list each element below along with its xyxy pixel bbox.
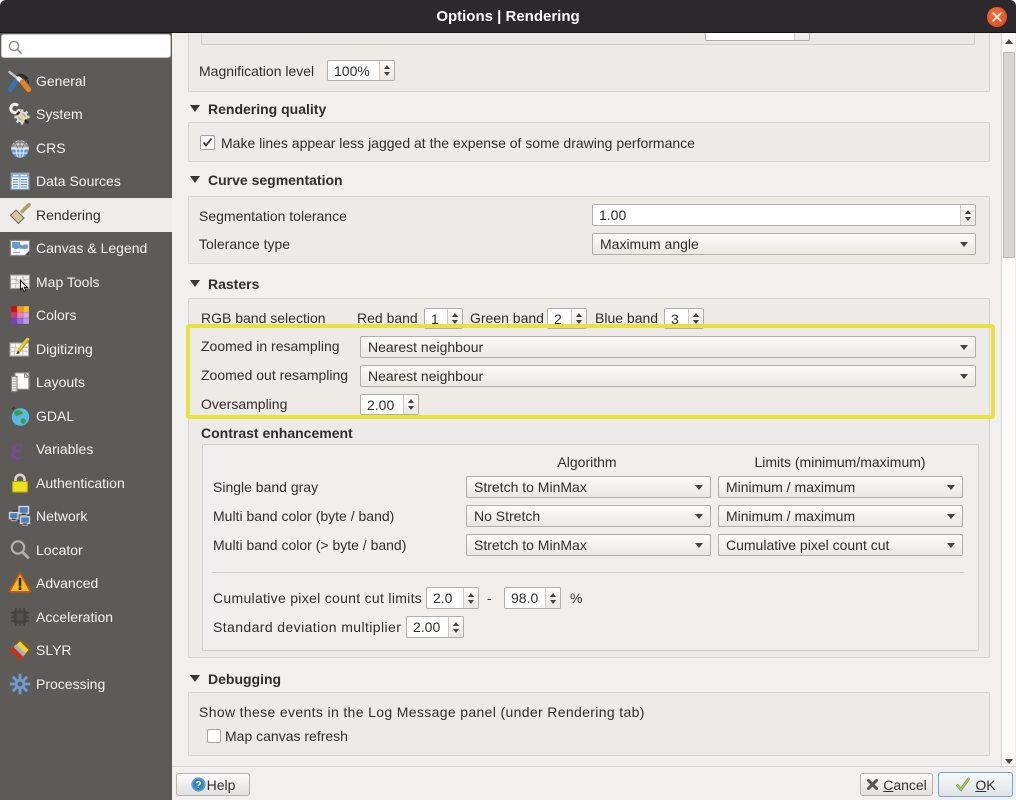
- svg-text:ε: ε: [10, 437, 24, 461]
- svg-text:?: ?: [195, 780, 201, 791]
